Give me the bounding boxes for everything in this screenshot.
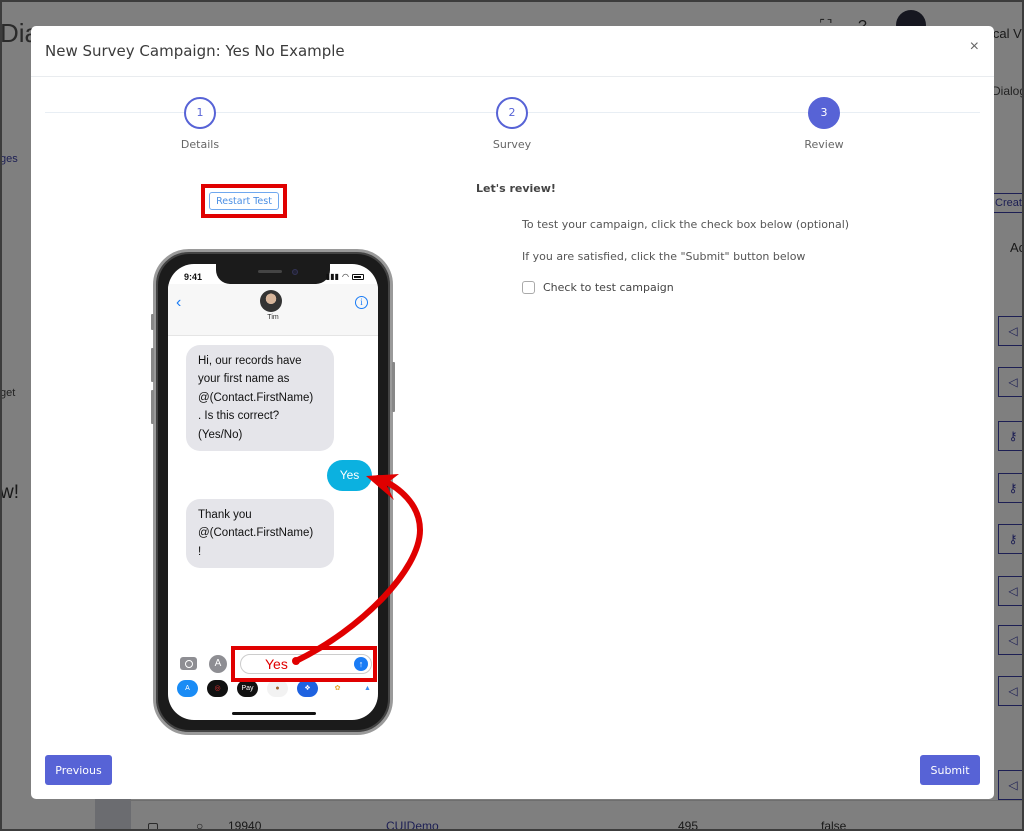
contact-avatar[interactable]: [260, 290, 282, 312]
message-line: (Yes/No): [198, 428, 243, 441]
wizard-stepper: 1 Details 2 Survey 3 Review: [45, 97, 980, 158]
review-heading: Let's review!: [476, 182, 556, 195]
message-line: . Is this correct?: [198, 410, 280, 423]
review-instruction-submit: If you are satisfied, click the "Submit"…: [522, 250, 806, 263]
compose-input-highlight: [231, 646, 377, 682]
modal-header: New Survey Campaign: Yes No Example ×: [31, 26, 994, 77]
phone-volume-up: [151, 348, 154, 382]
signal-icon: ▮▮▮: [325, 272, 340, 281]
review-instruction-test: To test your campaign, click the check b…: [522, 218, 850, 231]
test-campaign-checkbox[interactable]: [522, 281, 535, 294]
app-store-icon[interactable]: A: [177, 680, 198, 697]
submit-button[interactable]: Submit: [920, 755, 980, 785]
camera-icon[interactable]: [180, 657, 197, 670]
apple-pay-icon[interactable]: Pay: [237, 680, 258, 697]
message-line: @(Contact.FirstName): [198, 527, 314, 540]
phone-mute-switch: [151, 314, 154, 330]
notch-camera: [292, 269, 298, 275]
message-line: Hi, our records have: [198, 355, 302, 367]
battery-icon: [352, 273, 364, 280]
test-campaign-checkbox-row[interactable]: Check to test campaign: [522, 281, 674, 294]
photos-icon[interactable]: ✿: [327, 680, 348, 697]
back-chevron-icon[interactable]: ‹: [176, 294, 181, 312]
wifi-icon: ◠: [342, 272, 349, 281]
message-line: @(Contact.FirstName): [198, 391, 314, 404]
restart-test-button[interactable]: Restart Test: [209, 192, 279, 210]
more-app-icon[interactable]: ▲: [357, 680, 378, 697]
message-line: Thank you: [198, 509, 252, 521]
message-line: your first name as: [198, 373, 290, 386]
modal-title: New Survey Campaign: Yes No Example: [45, 42, 345, 60]
monkey-emoji-icon[interactable]: ●: [267, 680, 288, 697]
dropbox-icon[interactable]: ❖: [297, 680, 318, 697]
step-number: 1: [184, 97, 216, 129]
test-campaign-checkbox-label: Check to test campaign: [543, 281, 674, 294]
step-label: Survey: [492, 138, 532, 151]
step-label: Details: [180, 138, 220, 151]
step-number: 3: [808, 97, 840, 129]
info-icon[interactable]: i: [355, 296, 368, 309]
phone-volume-down: [151, 390, 154, 424]
phone-power-button: [392, 362, 395, 412]
activity-icon[interactable]: ◎: [207, 680, 228, 697]
message-line: !: [198, 545, 202, 558]
close-icon[interactable]: ×: [970, 38, 979, 56]
status-time: 9:41: [184, 272, 203, 282]
step-details[interactable]: 1 Details: [160, 97, 240, 151]
restart-test-highlight: Restart Test: [201, 184, 287, 218]
outgoing-message: Yes: [327, 460, 372, 491]
step-number: 2: [496, 97, 528, 129]
home-indicator: [232, 712, 316, 715]
step-survey[interactable]: 2 Survey: [472, 97, 552, 151]
notch-speaker: [258, 270, 282, 273]
status-icons: ▮▮▮ ◠: [326, 272, 364, 281]
step-review[interactable]: 3 Review: [784, 97, 864, 151]
contact-name: Tim: [267, 314, 279, 321]
previous-button[interactable]: Previous: [45, 755, 112, 785]
incoming-message: Hi, our records have your first name as …: [186, 345, 334, 452]
imessage-app-strip: A ◎ Pay ● ❖ ✿ ▲: [168, 680, 378, 700]
app-store-icon[interactable]: A: [209, 655, 227, 673]
phone-notch: [216, 264, 330, 284]
step-label: Review: [804, 138, 844, 151]
incoming-message: Thank you @(Contact.FirstName) !: [186, 499, 334, 569]
messages-header: ‹ Tim i: [168, 284, 378, 336]
